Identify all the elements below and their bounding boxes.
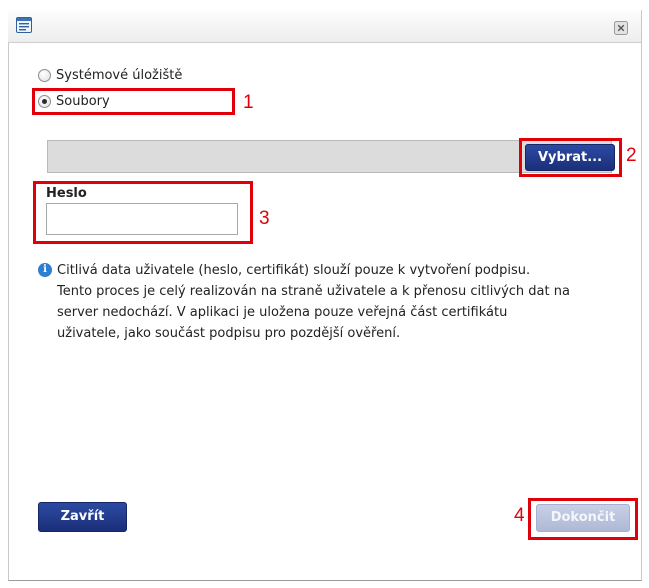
document-window-icon xyxy=(16,17,32,33)
browse-button[interactable]: Vybrat... xyxy=(525,144,615,171)
annotation-number-4: 4 xyxy=(514,505,525,526)
password-input[interactable] xyxy=(46,203,238,235)
close-button[interactable]: Zavřít xyxy=(38,502,127,532)
info-icon: i xyxy=(38,263,52,277)
system-storage-label[interactable]: Systémové úložiště xyxy=(56,68,182,84)
annotation-number-3: 3 xyxy=(259,208,270,229)
info-line: uživatele, jako součást podpisu pro pozd… xyxy=(57,326,401,341)
system-storage-radio[interactable] xyxy=(38,69,51,82)
annotation-box-1 xyxy=(32,88,235,115)
annotation-number-2: 2 xyxy=(626,145,637,166)
annotation-number-1: 1 xyxy=(243,92,254,113)
info-line: Citlivá data uživatele (heslo, certifiká… xyxy=(57,263,531,278)
password-label: Heslo xyxy=(46,186,87,201)
info-line: server nedochází. V aplikaci je uložena … xyxy=(57,305,508,320)
finish-button[interactable]: Dokončit xyxy=(536,504,630,532)
title-bar xyxy=(8,10,641,43)
info-line: Tento proces je celý realizován na stran… xyxy=(57,284,570,299)
close-icon[interactable] xyxy=(614,20,628,35)
